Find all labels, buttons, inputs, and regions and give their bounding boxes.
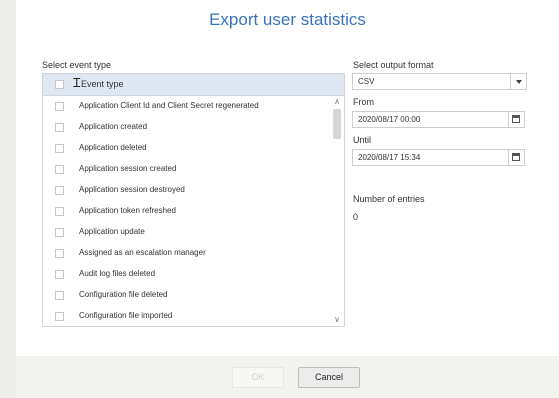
entries-count: 0: [353, 212, 359, 222]
from-calendar-button[interactable]: [508, 112, 524, 127]
list-item[interactable]: Application update: [43, 222, 329, 243]
list-item[interactable]: Application session destroyed: [43, 180, 329, 201]
row-checkbox[interactable]: [55, 102, 64, 111]
list-item-label: Application session created: [79, 164, 177, 173]
list-item-label: Assigned as an escalation manager: [79, 248, 206, 257]
until-date-value: 2020/08/17 15:34: [358, 153, 421, 162]
dropdown-button[interactable]: [510, 74, 526, 89]
from-date-field[interactable]: 2020/08/17 00:00: [352, 111, 525, 128]
output-format-label: Select output format: [353, 60, 434, 70]
chevron-up-icon[interactable]: ∧: [331, 97, 343, 107]
list-item-label: Application session destroyed: [79, 185, 185, 194]
output-format-select[interactable]: CSV: [352, 73, 527, 90]
event-type-column-header[interactable]: Event type: [81, 79, 124, 89]
export-dialog: Export user statistics Select event type…: [16, 0, 559, 356]
list-item-label: Application token refreshed: [79, 206, 176, 215]
scroll-thumb[interactable]: [333, 109, 341, 139]
calendar-icon: [512, 115, 520, 123]
list-item-label: Audit log files deleted: [79, 269, 156, 278]
text-cursor-icon: Ꮖ: [73, 76, 81, 90]
cancel-button[interactable]: Cancel: [298, 367, 360, 388]
output-format-value: CSV: [358, 77, 375, 86]
list-item[interactable]: Assigned as an escalation manager: [43, 243, 329, 264]
chevron-down-icon[interactable]: ∨: [331, 315, 343, 325]
list-scrollbar[interactable]: ∧ ∨: [331, 96, 343, 326]
calendar-icon: [512, 153, 520, 161]
ok-button[interactable]: OK: [232, 367, 284, 388]
entries-label: Number of entries: [353, 194, 425, 204]
chevron-down-icon: [515, 80, 522, 84]
list-item[interactable]: Audit log files deleted: [43, 264, 329, 285]
until-label: Until: [353, 135, 372, 145]
list-item-label: Application deleted: [79, 143, 147, 152]
row-checkbox[interactable]: [55, 207, 64, 216]
from-date-value: 2020/08/17 00:00: [358, 115, 421, 124]
dialog-title: Export user statistics: [209, 10, 366, 29]
row-checkbox[interactable]: [55, 186, 64, 195]
list-item-label: Application Client Id and Client Secret …: [79, 101, 259, 110]
from-label: From: [353, 97, 374, 107]
list-item[interactable]: Application Client Id and Client Secret …: [43, 96, 329, 117]
list-item-label: Application update: [79, 227, 145, 236]
event-type-label: Select event type: [42, 60, 112, 70]
list-item-label: Configuration file deleted: [79, 290, 168, 299]
row-checkbox[interactable]: [55, 291, 64, 300]
list-item-label: Configuration file imported: [79, 311, 173, 320]
dialog-footer: OK Cancel: [16, 356, 559, 398]
event-type-list-header: Ꮖ Event type: [43, 74, 344, 96]
until-date-field[interactable]: 2020/08/17 15:34: [352, 149, 525, 166]
row-checkbox[interactable]: [55, 270, 64, 279]
row-checkbox[interactable]: [55, 249, 64, 258]
row-checkbox[interactable]: [55, 228, 64, 237]
list-item[interactable]: Application deleted: [43, 138, 329, 159]
list-item[interactable]: Application created: [43, 117, 329, 138]
list-item[interactable]: Application token refreshed: [43, 201, 329, 222]
row-checkbox[interactable]: [55, 312, 64, 321]
event-type-list: Ꮖ Event type Application Client Id and C…: [42, 73, 345, 327]
list-item-label: Application created: [79, 122, 148, 131]
row-checkbox[interactable]: [55, 144, 64, 153]
list-item[interactable]: Application session created: [43, 159, 329, 180]
list-item[interactable]: Configuration file imported: [43, 306, 329, 327]
list-item[interactable]: Configuration file deleted: [43, 285, 329, 306]
select-all-checkbox[interactable]: [55, 80, 64, 89]
row-checkbox[interactable]: [55, 165, 64, 174]
until-calendar-button[interactable]: [508, 150, 524, 165]
row-checkbox[interactable]: [55, 123, 64, 132]
